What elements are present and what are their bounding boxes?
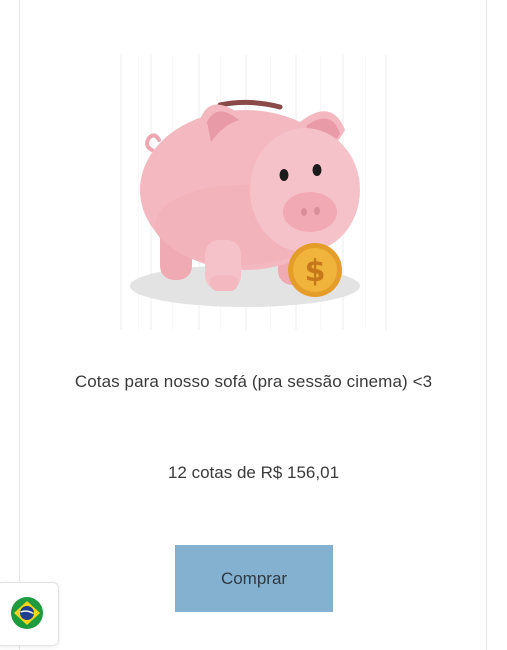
page: $ Cotas para nosso sofá (pra sessão cine… [0,0,507,650]
svg-text:$: $ [305,254,326,289]
piggy-bank-illustration: $ [110,50,400,340]
brazil-flag-icon [11,597,43,629]
product-price: 12 cotas de R$ 156,01 [167,463,340,482]
product-title: Cotas para nosso sofá (pra sessão cinema… [74,372,433,391]
language-selector[interactable] [0,582,59,646]
buy-button[interactable]: Comprar [175,545,333,612]
